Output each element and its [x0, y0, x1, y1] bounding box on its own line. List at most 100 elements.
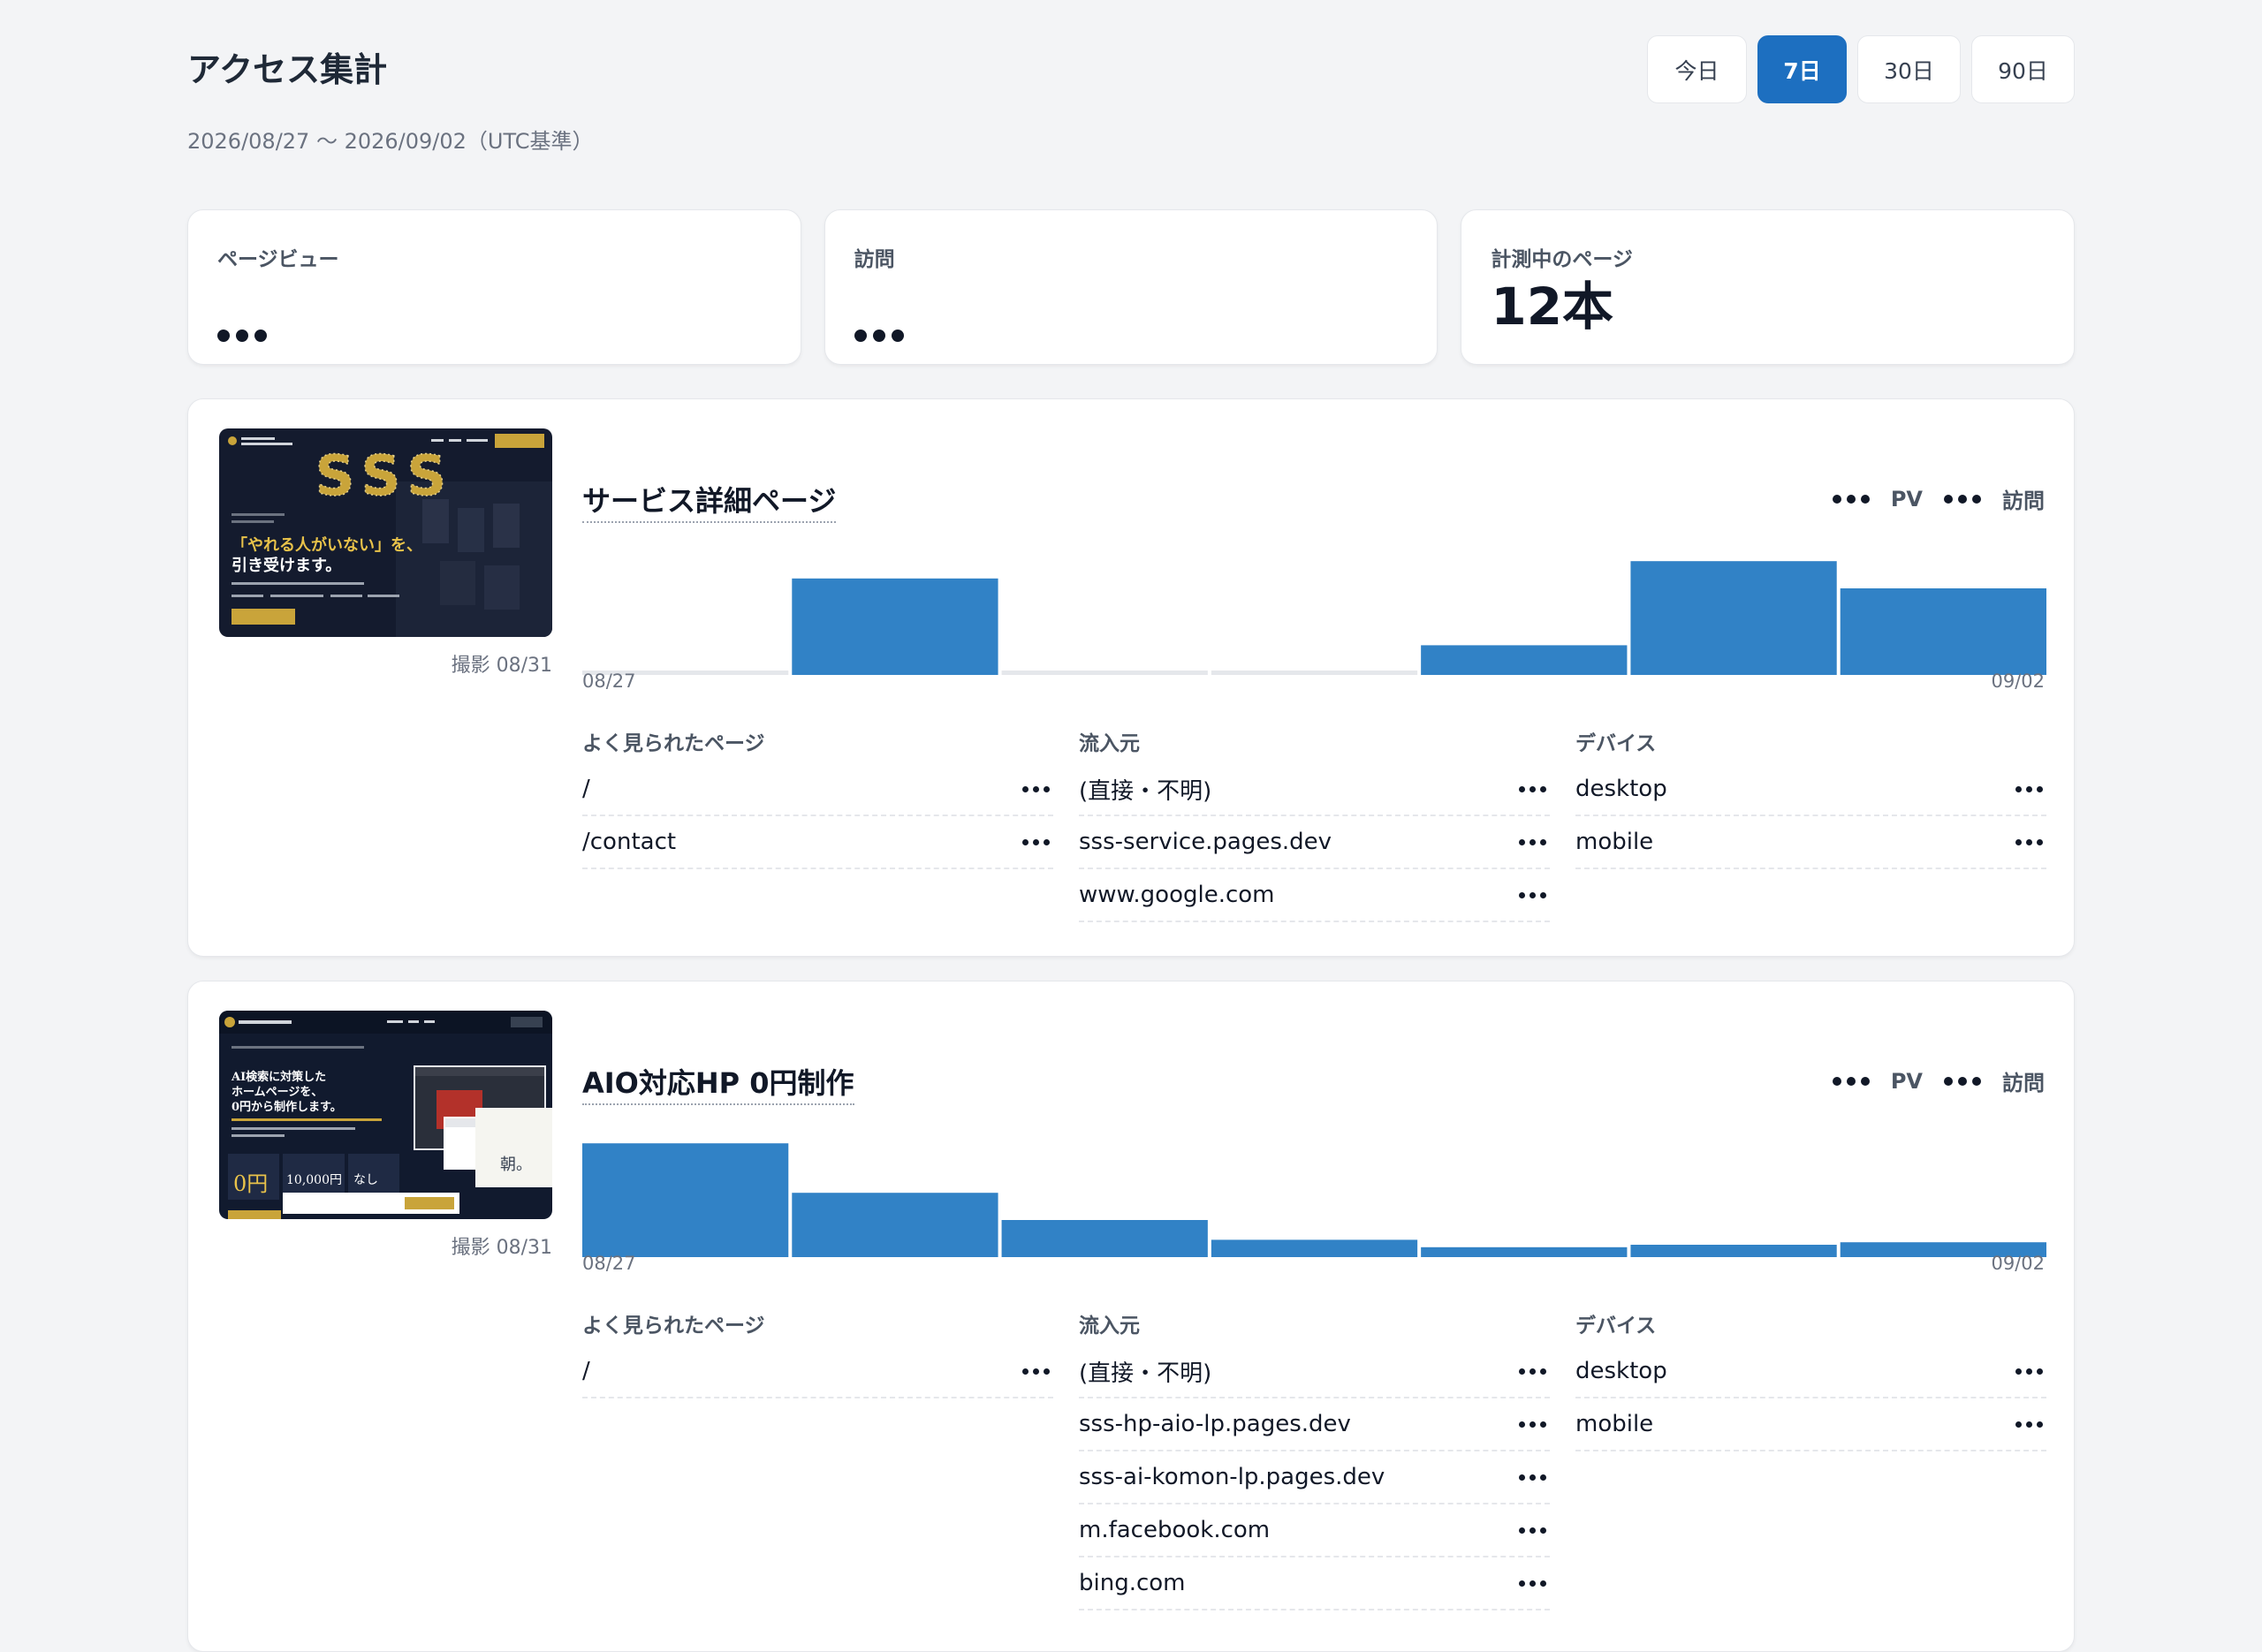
loading-icon [1944, 494, 1981, 504]
summary-stats: ページビュー 訪問 計測中のページ 12本 [187, 209, 2076, 365]
list-item[interactable]: mobile [1575, 816, 2046, 869]
loading-icon [2015, 1421, 2046, 1428]
devices-section: デバイス desktop mobile [1575, 1308, 2046, 1610]
range-7d-button[interactable]: 7日 [1757, 35, 1847, 103]
list-item[interactable]: desktop [1575, 763, 2046, 816]
list-item[interactable]: sss-service.pages.dev [1079, 816, 1550, 869]
list-item[interactable]: desktop [1575, 1345, 2046, 1398]
range-90d-button[interactable]: 90日 [1971, 35, 2075, 103]
axis-start-label: 08/27 [582, 1253, 636, 1274]
devices-section: デバイス desktop mobile [1575, 726, 2046, 922]
list-item[interactable]: m.facebook.com [1079, 1504, 1550, 1557]
stat-value: 12本 [1491, 277, 1614, 337]
list-item[interactable]: mobile [1575, 1398, 2046, 1451]
chart-bar-09-02[interactable] [1840, 588, 2046, 675]
thumb-headline: AI検索に対策した [231, 1070, 326, 1084]
loading-icon [1519, 785, 1550, 792]
section-heading: よく見られたページ [582, 732, 765, 755]
section-heading: よく見られたページ [582, 1315, 765, 1338]
chart-bar-08-30[interactable] [1211, 1239, 1418, 1257]
chart-bar-08-29[interactable] [1001, 1220, 1208, 1257]
chart-bar-08-30[interactable] [1211, 671, 1418, 675]
page-metrics: PV 訪問 [1832, 1065, 2045, 1096]
svg-text:朝。: 朝。 [500, 1156, 532, 1174]
page-card: SSS SSS 「やれる人がいない」を、 引き受けます。 撮影 08/31 サー… [187, 398, 2075, 957]
page-title: アクセス集計 [187, 50, 388, 89]
loading-icon [2015, 1368, 2046, 1375]
thumb-headline: 「やれる人がいない」を、 [232, 535, 422, 555]
section-heading: 流入元 [1079, 732, 1140, 755]
section-heading: デバイス [1575, 1315, 1657, 1338]
pv-label: PV [1890, 1068, 1923, 1094]
axis-end-label: 09/02 [1991, 1253, 2045, 1274]
breakdowns: よく見られたページ / /contact 流入元 (直接・不明) sss-ser… [582, 726, 2046, 922]
loading-icon [1519, 1474, 1550, 1481]
loading-icon [2015, 785, 2046, 792]
list-item[interactable]: /contact [582, 816, 1053, 869]
visits-label: 訪問 [2002, 489, 2045, 513]
range-30d-button[interactable]: 30日 [1857, 35, 1961, 103]
list-item[interactable]: bing.com [1079, 1557, 1550, 1610]
list-item[interactable]: / [582, 763, 1053, 816]
page-screenshot[interactable]: SSS SSS 「やれる人がいない」を、 引き受けます。 [219, 428, 552, 637]
page-header: アクセス集計 2026/08/27 〜 2026/09/02（UTC基準） 今日… [187, 0, 2075, 199]
dashboard: アクセス集計 2026/08/27 〜 2026/09/02（UTC基準） 今日… [187, 0, 2076, 1652]
loading-icon [1022, 1368, 1053, 1375]
section-heading: デバイス [1575, 732, 1657, 755]
section-heading: 流入元 [1079, 1315, 1140, 1338]
svg-text:なし: なし [353, 1173, 378, 1187]
axis-start-label: 08/27 [582, 671, 636, 692]
svg-text:0円: 0円 [233, 1171, 268, 1196]
top-pages-section: よく見られたページ / [582, 1308, 1053, 1610]
referrers-section: 流入元 (直接・不明) sss-service.pages.dev www.go… [1079, 726, 1550, 922]
svg-text:SSS: SSS [315, 443, 455, 508]
chart-bar-08-31[interactable] [1421, 1247, 1628, 1257]
chart-bar-08-28[interactable] [792, 1193, 998, 1257]
daily-chart [582, 561, 2046, 675]
chart-bar-08-27[interactable] [582, 1143, 789, 1257]
screenshot-date: 撮影 08/31 [451, 655, 552, 677]
screenshot-date: 撮影 08/31 [451, 1237, 552, 1259]
loading-icon [1519, 1421, 1550, 1428]
list-item[interactable]: (直接・不明) [1079, 763, 1550, 816]
stat-label: ページビュー [217, 248, 339, 271]
loading-icon [1519, 891, 1550, 898]
stat-card-tracked-pages: 計測中のページ 12本 [1461, 209, 2076, 365]
list-item[interactable]: sss-hp-aio-lp.pages.dev [1079, 1398, 1550, 1451]
loading-icon [1022, 838, 1053, 845]
pv-label: PV [1890, 486, 1923, 512]
visits-label: 訪問 [2002, 1071, 2045, 1095]
daily-chart [582, 1143, 2046, 1257]
svg-text:ホームページを、: ホームページを、 [232, 1086, 323, 1099]
date-range-text: 2026/08/27 〜 2026/09/02（UTC基準） [187, 129, 594, 154]
stat-label: 訪問 [854, 248, 895, 271]
chart-bar-08-29[interactable] [1001, 671, 1208, 675]
chart-bar-08-28[interactable] [792, 578, 998, 675]
loading-icon [854, 297, 904, 353]
chart-bar-08-31[interactable] [1421, 645, 1628, 675]
loading-icon [1519, 838, 1550, 845]
list-item[interactable]: www.google.com [1079, 869, 1550, 922]
list-item[interactable]: / [582, 1345, 1053, 1398]
page-screenshot[interactable]: AI検索に対策した ホームページを、 0円から制作します。 朝。 0円 10,0… [219, 1011, 552, 1219]
chart-bar-09-01[interactable] [1630, 561, 1837, 675]
list-item[interactable]: sss-ai-komon-lp.pages.dev [1079, 1451, 1550, 1504]
loading-icon [217, 297, 267, 353]
loading-icon [1519, 1527, 1550, 1534]
page-title-link[interactable]: サービス詳細ページ [582, 479, 837, 523]
list-item[interactable]: (直接・不明) [1079, 1345, 1550, 1398]
stat-label: 計測中のページ [1491, 248, 1633, 271]
loading-icon [1519, 1368, 1550, 1375]
page-card: AI検索に対策した ホームページを、 0円から制作します。 朝。 0円 10,0… [187, 981, 2075, 1652]
breakdowns: よく見られたページ / 流入元 (直接・不明) sss-hp-aio-lp.pa… [582, 1308, 2046, 1610]
referrers-section: 流入元 (直接・不明) sss-hp-aio-lp.pages.dev sss-… [1079, 1308, 1550, 1610]
range-today-button[interactable]: 今日 [1647, 35, 1747, 103]
svg-text:引き受けます。: 引き受けます。 [232, 556, 341, 575]
chart-bar-09-01[interactable] [1630, 1245, 1837, 1257]
stat-card-visits: 訪問 [824, 209, 1438, 365]
svg-text:10,000円: 10,000円 [286, 1173, 342, 1187]
page-title-link[interactable]: AIO対応HP 0円制作 [582, 1061, 854, 1105]
loading-icon [1832, 1076, 1870, 1086]
loading-icon [1519, 1580, 1550, 1587]
loading-icon [2015, 838, 2046, 845]
